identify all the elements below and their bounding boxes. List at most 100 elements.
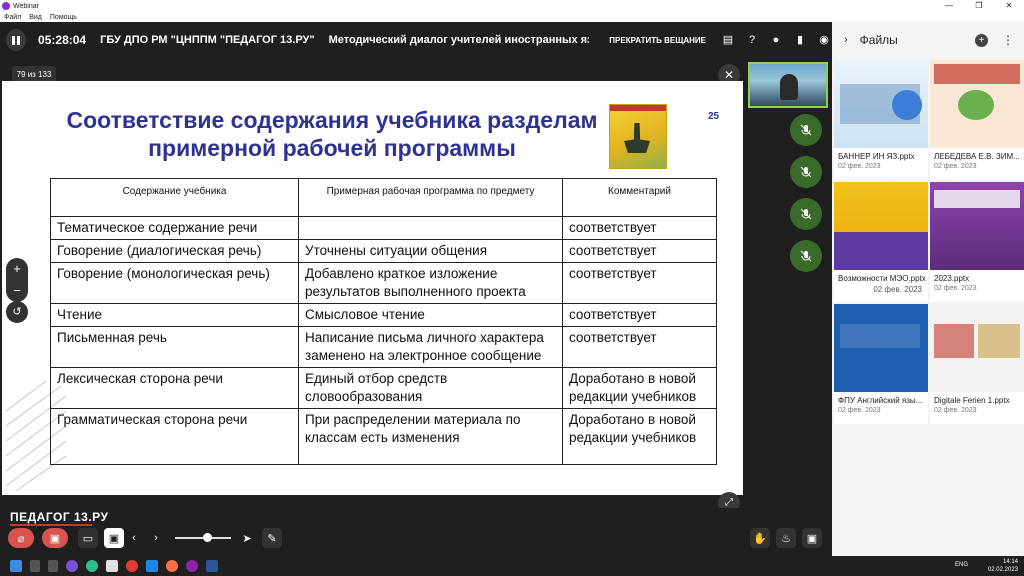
file-thumbnail [930, 182, 1024, 270]
reset-zoom-button[interactable]: ↺ [6, 301, 28, 323]
file-card[interactable]: 2023.pptx 02 фев. 2023 [930, 182, 1024, 302]
files-panel-title: Файлы [859, 33, 898, 47]
file-card[interactable]: Возможности МЭО.pptx 02 фев. 2023 [834, 182, 928, 302]
raise-hand-button[interactable]: ✋ [750, 528, 770, 548]
language-indicator[interactable]: ENG [955, 562, 968, 568]
edge-icon[interactable] [86, 560, 98, 572]
participant-mic-button[interactable] [790, 156, 822, 188]
clock-date: 02.02.2023 [987, 567, 1018, 573]
app-icon[interactable] [146, 560, 158, 572]
table-row: Чтение Смысловое чтение соответствует [50, 303, 717, 327]
slide: Соответствие содержания учебника раздела… [2, 81, 743, 495]
volume-slider[interactable] [175, 533, 231, 542]
camera-icon[interactable]: ◉ [816, 32, 832, 48]
browser-icon[interactable] [186, 560, 198, 572]
mic-off-icon [800, 124, 812, 136]
table-row: Письменная речь Написание письма личного… [50, 326, 717, 368]
slider-handle[interactable] [203, 533, 212, 542]
chevron-left-icon: ‹ [132, 532, 136, 544]
presentation-mode-button[interactable]: ▣ [104, 528, 124, 548]
webinar-topbar: 05:28:04 ГБУ ДПО РМ "ЦНППМ "ПЕДАГОГ 13.Р… [0, 22, 832, 58]
file-card[interactable]: ФПУ Английский язы... 02 фев. 2023 [834, 304, 928, 424]
layout-button[interactable]: ▣ [802, 528, 822, 548]
person-icon[interactable]: ● [768, 32, 784, 48]
monitor-icon: ▭ [82, 532, 94, 545]
flame-icon: ♨ [781, 532, 791, 545]
file-date-text: 02 фев. 2023 [873, 285, 922, 294]
files-grid: БАННЕР ИН ЯЗ.pptx 02 фев. 2023 ЛЕБЕДЕВА … [834, 60, 1024, 424]
menu-help[interactable]: Помощь [50, 14, 77, 21]
minimize-button[interactable]: — [934, 0, 964, 12]
screen-share-button[interactable]: ▭ [78, 528, 98, 548]
file-name: Digitale Ferien 1.pptx [934, 396, 1010, 405]
reactions-button[interactable]: ♨ [776, 528, 796, 548]
menu-view[interactable]: Вид [29, 14, 42, 21]
topbar-icons: ▤ ? ● ▮ ◉ [720, 32, 832, 48]
start-icon[interactable] [10, 560, 22, 572]
prev-slide-button[interactable]: ‹ [128, 528, 140, 548]
add-file-button[interactable]: + [975, 33, 988, 47]
hand-icon: ✋ [753, 532, 767, 545]
webinar-app-icon[interactable] [66, 560, 78, 572]
menu-file[interactable]: Файл [4, 14, 21, 21]
organization-name: ГБУ ДПО РМ "ЦНППМ "ПЕДАГОГ 13.РУ" [100, 34, 315, 46]
file-card[interactable]: БАННЕР ИН ЯЗ.pptx 02 фев. 2023 [834, 60, 928, 180]
file-icon[interactable]: ▮ [792, 32, 808, 48]
table-cell [298, 216, 563, 240]
question-icon[interactable]: ? [744, 32, 760, 48]
zoom-out-button[interactable]: − [13, 280, 21, 302]
system-clock[interactable]: 14:14 02.02.2023 [988, 558, 1018, 574]
table-row: Грамматическая сторона речи При распреде… [50, 408, 717, 465]
textbook-cover-image [609, 104, 667, 169]
stop-broadcast-button[interactable]: ПРЕКРАТИТЬ ВЕЩАНИЕ [609, 36, 706, 45]
speaker-video[interactable] [748, 62, 828, 108]
close-window-button[interactable]: ✕ [994, 0, 1024, 12]
more-options-icon[interactable]: ⋮ [1002, 33, 1014, 47]
next-slide-button[interactable]: › [150, 528, 162, 548]
participant-mic-button[interactable] [790, 114, 822, 146]
task-view-icon[interactable] [48, 560, 58, 572]
table-cell: Доработано в новой редакции учебников [562, 367, 717, 409]
chat-icon[interactable]: ▤ [720, 32, 736, 48]
table-cell: соответствует [562, 262, 717, 304]
draw-tool-button[interactable]: ✎ [262, 528, 282, 548]
zoom-in-button[interactable]: + [13, 258, 21, 280]
table-row: Лексическая сторона речи Единый отбор ср… [50, 367, 717, 409]
yandex-icon[interactable] [126, 560, 138, 572]
word-icon[interactable] [206, 560, 218, 572]
slide-number: 25 [708, 111, 720, 122]
mic-toggle-button[interactable]: ⌀ [8, 528, 34, 548]
search-icon[interactable] [30, 560, 40, 572]
participant-column [744, 60, 832, 280]
table-cell: Говорение (монологическая речь) [50, 262, 299, 304]
window-controls: — ❐ ✕ [934, 0, 1024, 12]
participant-mic-button[interactable] [790, 198, 822, 230]
file-card[interactable]: Digitale Ferien 1.pptx 02 фев. 2023 [930, 304, 1024, 424]
layout-icon: ▣ [806, 532, 818, 545]
pointer-tool-button[interactable]: ➤ [240, 528, 254, 548]
table-cell: При распределении материала по классам е… [298, 408, 563, 465]
file-date: 02 фев. 2023 [934, 163, 977, 170]
column-header: Комментарий [562, 178, 717, 217]
participant-mic-button[interactable] [790, 240, 822, 272]
comparison-table: Содержание учебника Примерная рабочая пр… [50, 178, 717, 465]
collapse-panel-button[interactable]: › [844, 34, 848, 46]
pause-button[interactable] [6, 29, 27, 51]
table-cell: Уточнены ситуации общения [298, 239, 563, 263]
files-icon[interactable] [106, 560, 118, 572]
camera-toggle-button[interactable]: ▣ [42, 528, 68, 548]
table-cell: Смысловое чтение [298, 303, 563, 327]
file-card[interactable]: ЛЕБЕДЕВА Е.В. ЗИМ... 02 фев. 2023 [930, 60, 1024, 180]
brush-icon: ✎ [267, 532, 277, 545]
table-cell: соответствует [562, 303, 717, 327]
maximize-button[interactable]: ❐ [964, 0, 994, 12]
file-name: 2023.pptx [934, 274, 970, 283]
table-cell: соответствует [562, 326, 717, 368]
table-cell: Доработано в новой редакции учебников [562, 408, 717, 465]
brand-logo: ПЕДАГОГ 13.РУ [10, 510, 109, 524]
table-row: Говорение (монологическая речь) Добавлен… [50, 262, 717, 304]
table-cell: Написание письма личного характера замен… [298, 326, 563, 368]
event-title: Методический диалог учителей иностранных… [328, 34, 590, 46]
app-icon [2, 2, 10, 10]
firefox-icon[interactable] [166, 560, 178, 572]
